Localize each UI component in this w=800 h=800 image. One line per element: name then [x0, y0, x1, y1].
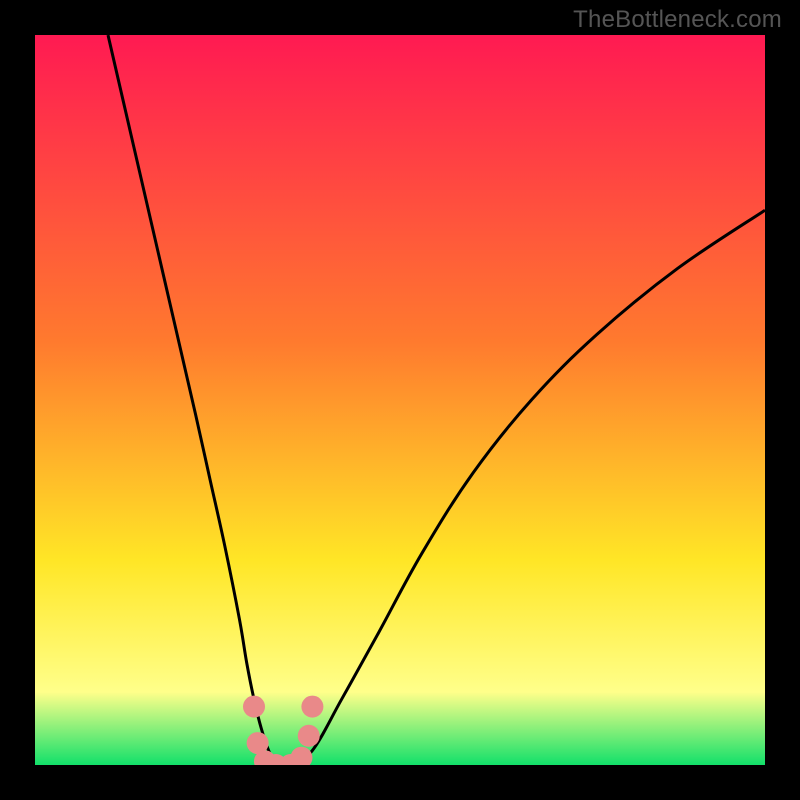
site-watermark: TheBottleneck.com: [573, 6, 782, 34]
marker-dot: [298, 725, 320, 747]
chart-frame: TheBottleneck.com: [0, 0, 800, 800]
marker-dot: [243, 696, 265, 718]
marker-dot: [301, 696, 323, 718]
chart-svg: [35, 35, 765, 765]
gradient-background: [35, 35, 765, 765]
plot-area: [35, 35, 765, 765]
